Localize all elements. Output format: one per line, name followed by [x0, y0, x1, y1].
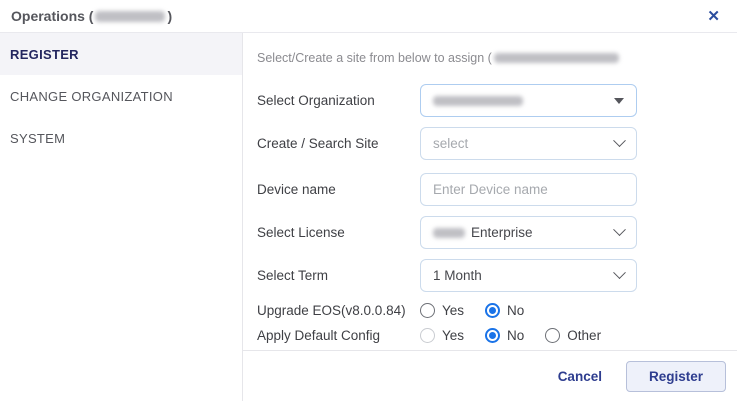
upgrade-eos-yes-label: Yes: [442, 303, 464, 318]
operations-dialog: Operations () ✕ REGISTER CHANGE ORGANIZA…: [0, 0, 737, 401]
dialog-header: Operations () ✕: [0, 0, 737, 33]
dialog-title-prefix: Operations (: [11, 8, 93, 24]
redacted-device-id: [95, 11, 165, 22]
apply-default-config-option-yes[interactable]: Yes: [420, 328, 464, 343]
row-apply-default-config: Apply Default Config Yes No Other: [257, 326, 737, 344]
upgrade-eos-option-no[interactable]: No: [485, 303, 524, 318]
radio-unchecked-icon[interactable]: [545, 328, 560, 343]
apply-default-config-label: Apply Default Config: [257, 328, 420, 343]
upgrade-eos-option-yes[interactable]: Yes: [420, 303, 464, 318]
intro-text-prefix: Select/Create a site from below to assig…: [257, 51, 492, 65]
redacted-license-prefix: [433, 228, 465, 238]
row-select-term: Select Term 1 Month: [257, 259, 737, 292]
chevron-down-icon: [613, 223, 626, 236]
chevron-down-icon: [613, 266, 626, 279]
select-term-label: Select Term: [257, 268, 420, 283]
row-create-search-site: Create / Search Site select: [257, 127, 737, 160]
device-name-label: Device name: [257, 182, 420, 197]
register-panel: Select/Create a site from below to assig…: [243, 33, 737, 401]
cancel-button[interactable]: Cancel: [558, 369, 602, 384]
dialog-title: Operations (): [11, 8, 172, 24]
create-search-site-label: Create / Search Site: [257, 136, 420, 151]
dialog-body: REGISTER CHANGE ORGANIZATION SYSTEM Sele…: [0, 33, 737, 401]
upgrade-eos-label: Upgrade EOS(v8.0.0.84): [257, 303, 420, 318]
select-license-label: Select License: [257, 225, 420, 240]
select-license-dropdown[interactable]: Enterprise: [420, 216, 637, 249]
dialog-footer: Cancel Register: [243, 350, 737, 401]
site-placeholder: select: [433, 136, 468, 151]
radio-disabled-icon: [420, 328, 435, 343]
sidebar-item-system[interactable]: SYSTEM: [0, 117, 242, 159]
dialog-title-suffix: ): [167, 8, 172, 24]
device-name-input[interactable]: [433, 174, 624, 205]
redacted-organization-value: [433, 96, 523, 106]
apply-default-config-option-no[interactable]: No: [485, 328, 524, 343]
upgrade-eos-no-label: No: [507, 303, 524, 318]
row-upgrade-eos: Upgrade EOS(v8.0.0.84) Yes No: [257, 301, 737, 319]
apply-default-config-option-other[interactable]: Other: [545, 328, 601, 343]
apply-default-config-other-label: Other: [567, 328, 601, 343]
caret-down-icon: [614, 98, 624, 104]
redacted-device-id-inline: [494, 53, 619, 63]
register-button[interactable]: Register: [626, 361, 726, 392]
row-select-organization: Select Organization: [257, 84, 737, 117]
row-select-license: Select License Enterprise: [257, 216, 737, 249]
apply-default-config-yes-label: Yes: [442, 328, 464, 343]
create-search-site-dropdown[interactable]: select: [420, 127, 637, 160]
license-value: Enterprise: [471, 225, 533, 240]
select-organization-label: Select Organization: [257, 93, 420, 108]
radio-unchecked-icon[interactable]: [420, 303, 435, 318]
device-name-field-wrap: [420, 173, 637, 206]
select-organization-dropdown[interactable]: [420, 84, 637, 117]
term-value: 1 Month: [433, 268, 482, 283]
intro-text: Select/Create a site from below to assig…: [257, 50, 737, 66]
close-icon[interactable]: ✕: [703, 7, 724, 26]
radio-checked-icon[interactable]: [485, 328, 500, 343]
select-term-dropdown[interactable]: 1 Month: [420, 259, 637, 292]
apply-default-config-no-label: No: [507, 328, 524, 343]
sidebar-item-change-organization[interactable]: CHANGE ORGANIZATION: [0, 75, 242, 117]
chevron-down-icon: [613, 134, 626, 147]
radio-checked-icon[interactable]: [485, 303, 500, 318]
sidebar: REGISTER CHANGE ORGANIZATION SYSTEM: [0, 33, 243, 401]
sidebar-item-register[interactable]: REGISTER: [0, 33, 242, 75]
row-device-name: Device name: [257, 173, 737, 206]
